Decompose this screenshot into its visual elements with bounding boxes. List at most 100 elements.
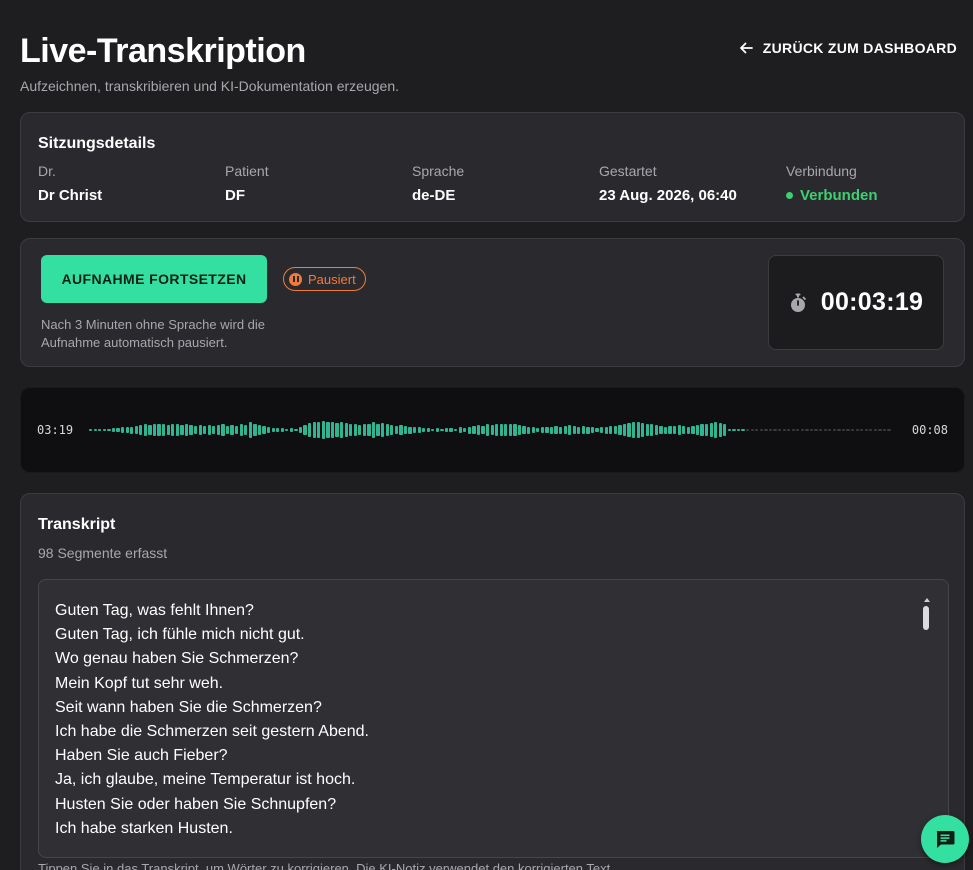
transcript-editor[interactable]: Guten Tag, was fehlt Ihnen? Guten Tag, ic…: [38, 579, 949, 858]
detail-label: Dr.: [38, 163, 56, 179]
detail-doctor: Dr. Dr Christ: [38, 163, 102, 204]
session-details-title: Sitzungsdetails: [38, 135, 156, 152]
chat-button[interactable]: [921, 815, 969, 863]
segment-count: 98 Segmente erfasst: [38, 545, 168, 561]
waveform-bar: [321, 420, 325, 440]
waveform-bar: [285, 428, 289, 432]
waveform-bar: [618, 425, 622, 435]
waveform-bar: [755, 428, 759, 432]
waveform-bar: [481, 425, 485, 435]
pause-icon: [289, 272, 302, 286]
waveform-bar: [627, 423, 631, 437]
transcript-segment[interactable]: Ich habe die Schmerzen seit gestern Aben…: [55, 720, 932, 744]
waveform-bar: [130, 426, 134, 434]
transcript-lines: Guten Tag, was fehlt Ihnen? Guten Tag, ic…: [55, 599, 932, 841]
waveform-bar: [773, 428, 777, 432]
waveform-bar: [253, 423, 257, 437]
page: Live-Transkription Aufzeichnen, transkri…: [20, 0, 965, 870]
transcript-segment[interactable]: Wo genau haben Sie Schmerzen?: [55, 647, 932, 671]
waveform-bar: [381, 423, 385, 437]
detail-connection: Verbindung Verbunden: [786, 163, 878, 204]
resume-recording-button[interactable]: AUFNAHME FORTSETZEN: [41, 255, 267, 303]
waveform-bar: [545, 427, 549, 433]
waveform-bar: [107, 428, 111, 432]
waveform-bar: [349, 423, 353, 437]
waveform-bar: [467, 426, 471, 434]
waveform-bar: [631, 422, 636, 438]
waveform-bar: [499, 423, 503, 437]
waveform-bar: [225, 425, 230, 435]
waveform-bar: [540, 427, 544, 433]
waveform-bar: [659, 425, 663, 435]
transcript-segment[interactable]: Haben Sie auch Fieber?: [55, 744, 932, 768]
waveform-bar: [431, 428, 435, 432]
transcript-segment[interactable]: Ich habe starken Husten.: [55, 817, 932, 841]
scroll-up-arrow-icon[interactable]: [924, 598, 930, 602]
transcript-segment[interactable]: Mein Kopf tut sehr weh.: [55, 672, 932, 696]
waveform-bar: [700, 424, 704, 436]
waveform-bar: [723, 423, 727, 437]
waveform-bar: [850, 428, 855, 432]
recording-timer: 00:03:19: [768, 255, 944, 350]
scroll-thumb[interactable]: [923, 606, 929, 630]
waveform-bar: [189, 425, 193, 435]
status-dot-icon: [786, 192, 793, 199]
waveform-bar: [768, 428, 773, 432]
transcript-segment[interactable]: Seit wann haben Sie die Schmerzen?: [55, 696, 932, 720]
waveform-bar: [162, 424, 166, 436]
waveform-bar: [102, 428, 106, 432]
waveform-bar: [435, 427, 440, 433]
waveform-bar: [764, 428, 768, 432]
waveform-bar: [736, 428, 741, 432]
waveform-bar: [732, 428, 736, 432]
waveform-bar: [303, 425, 307, 435]
waveform-bar: [832, 428, 836, 432]
waveform-bar: [244, 425, 248, 435]
waveform-bar: [823, 428, 827, 432]
waveform-bar: [549, 426, 554, 434]
waveform-bar: [531, 427, 535, 433]
waveform-bar: [604, 426, 608, 434]
waveform-bar: [714, 422, 718, 438]
transcript-segment[interactable]: Husten Sie oder haben Sie Schnupfen?: [55, 793, 932, 817]
detail-value: 23 Aug. 2026, 06:40: [599, 187, 737, 204]
waveform-bar: [536, 427, 540, 433]
transcript-segment[interactable]: Guten Tag, was fehlt Ihnen?: [55, 599, 932, 623]
waveform-bar: [759, 428, 763, 432]
back-to-dashboard-link[interactable]: ZURÜCK ZUM DASHBOARD: [738, 40, 957, 56]
waveform-bar: [152, 423, 157, 437]
waveform-bar: [93, 428, 97, 432]
transcript-scrollbar[interactable]: [923, 598, 931, 838]
detail-value: de-DE: [412, 187, 456, 204]
waveform-bar: [308, 423, 312, 437]
waveform-bar: [809, 428, 814, 432]
waveform-bar: [257, 425, 262, 435]
waveform-bar: [741, 428, 745, 432]
waveform-bar: [454, 428, 458, 432]
transcript-segment[interactable]: Ja, ich glaube, meine Temperatur ist hoc…: [55, 768, 932, 792]
waveform-bar: [650, 424, 654, 436]
waveform-bar: [590, 427, 595, 433]
waveform-bar: [376, 423, 380, 437]
waveform-bar: [841, 428, 846, 432]
waveform-bar: [558, 426, 563, 434]
waveform-bar: [508, 423, 513, 437]
waveform-bar: [595, 427, 599, 433]
waveform-bar: [276, 427, 280, 433]
waveform-bar: [819, 428, 823, 432]
waveform-bar: [412, 427, 417, 433]
waveform-bar: [586, 426, 590, 434]
waveform-bar: [180, 425, 184, 435]
waveform-bar: [554, 425, 558, 435]
detail-patient: Patient DF: [225, 163, 269, 204]
waveform-bar: [686, 426, 690, 434]
waveform-bar: [216, 425, 221, 435]
waveform-bar: [440, 428, 444, 432]
waveform-bar: [193, 425, 198, 435]
detail-label: Sprache: [412, 163, 465, 179]
transcript-segment[interactable]: Guten Tag, ich fühle mich nicht gut.: [55, 623, 932, 647]
waveform-bar: [371, 421, 376, 439]
waveform-bar: [663, 426, 668, 434]
waveform-bar: [787, 428, 791, 432]
waveform-bar: [312, 421, 316, 439]
